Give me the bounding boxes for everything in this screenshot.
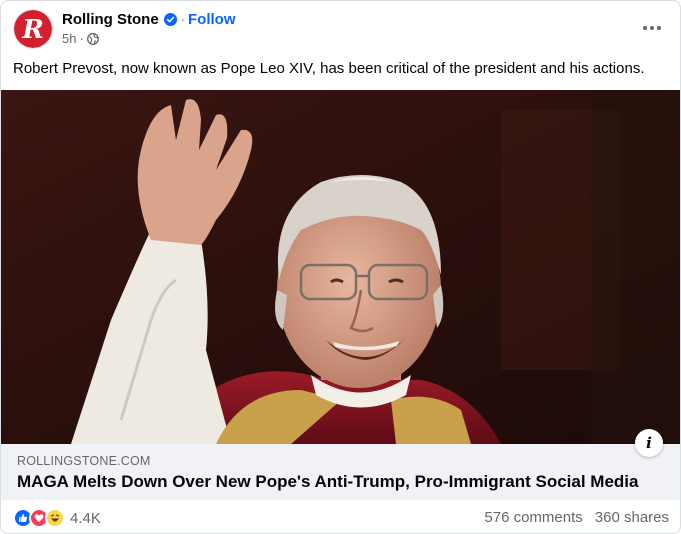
post-stats: 576 comments 360 shares xyxy=(484,509,669,526)
reactions-summary[interactable]: 4.4K xyxy=(13,508,101,528)
post-image[interactable] xyxy=(1,90,680,444)
post-time[interactable]: 5h xyxy=(62,31,76,46)
shares-count[interactable]: 360 shares xyxy=(595,509,669,526)
post-header: R Rolling Stone · Follow 5h · xyxy=(1,1,680,57)
post-caption: Robert Prevost, now known as Pope Leo XI… xyxy=(13,60,645,77)
link-preview[interactable]: ROLLINGSTONE.COM MAGA Melts Down Over Ne… xyxy=(1,444,680,500)
verified-badge-icon xyxy=(163,12,177,26)
reaction-count: 4.4K xyxy=(70,509,101,527)
info-icon[interactable]: i xyxy=(635,429,663,457)
page-avatar[interactable]: R xyxy=(13,9,53,49)
separator-dot: · xyxy=(180,11,186,27)
post-meta: 5h · xyxy=(62,31,99,46)
more-options-icon[interactable] xyxy=(636,15,668,41)
post-card: R Rolling Stone · Follow 5h · Robert Pre… xyxy=(0,0,681,534)
link-domain: ROLLINGSTONE.COM xyxy=(17,454,151,468)
avatar-letter: R xyxy=(21,15,44,45)
link-title[interactable]: MAGA Melts Down Over New Pope's Anti-Tru… xyxy=(17,472,638,492)
globe-icon[interactable] xyxy=(86,32,99,45)
page-name[interactable]: Rolling Stone xyxy=(62,11,159,28)
haha-reaction-icon xyxy=(45,508,65,528)
follow-button[interactable]: Follow xyxy=(188,11,236,28)
separator-dot: · xyxy=(79,31,84,46)
post-footer: 4.4K 576 comments 360 shares xyxy=(1,500,680,533)
comments-count[interactable]: 576 comments xyxy=(484,509,582,526)
name-row: Rolling Stone · Follow xyxy=(62,10,236,28)
